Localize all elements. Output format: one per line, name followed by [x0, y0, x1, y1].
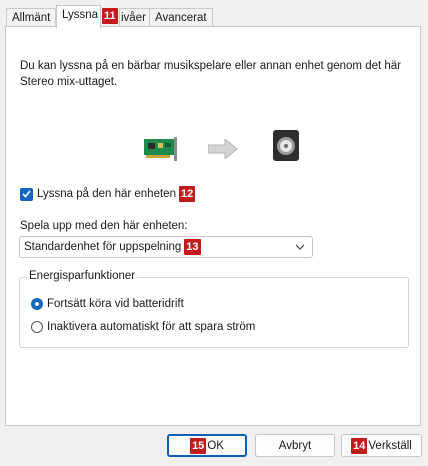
apply-button-label: Verkställ	[368, 439, 412, 452]
apply-button[interactable]: 14 Verkställ	[341, 434, 422, 457]
tab-advanced[interactable]: Avancerat	[149, 8, 213, 26]
cancel-button[interactable]: Avbryt	[255, 434, 335, 457]
tab-listen[interactable]: Lyssna	[56, 5, 102, 28]
tab-bar: Allmänt Lyssna 11 ivåer Avancerat	[6, 5, 426, 28]
ok-button[interactable]: 15 OK	[167, 434, 247, 457]
listen-checkbox-row[interactable]: Lyssna på den här enheten 12	[20, 186, 196, 202]
power-option-keep-running-label: Fortsätt köra vid batteridrift	[47, 298, 184, 310]
tab-general-label: Allmänt	[12, 12, 51, 24]
power-saving-title: Energisparfunktioner	[27, 270, 138, 282]
power-option-keep-running[interactable]: Fortsätt köra vid batteridrift	[31, 298, 184, 310]
marker-15: 15	[190, 437, 207, 454]
tab-levels[interactable]: ivåer	[119, 8, 152, 26]
listen-checkbox-label: Lyssna på den här enheten	[37, 188, 176, 200]
radio-disable[interactable]	[31, 321, 43, 333]
speaker-icon	[272, 129, 302, 166]
power-saving-group: Energisparfunktioner Fortsätt köra vid b…	[19, 270, 409, 348]
playback-device-value: Standardenhet för uppspelning	[24, 241, 182, 253]
cancel-button-label: Avbryt	[278, 439, 312, 452]
tab-panel: Du kan lyssna på en bärbar musikspelare …	[5, 26, 421, 426]
tab-listen-label: Lyssna	[62, 9, 99, 21]
playback-label: Spela upp med den här enheten:	[20, 220, 188, 232]
listen-checkbox[interactable]	[20, 187, 33, 201]
description-text: Du kan lyssna på en bärbar musikspelare …	[20, 60, 402, 88]
sound-card-icon	[142, 135, 180, 166]
marker-13: 13	[184, 239, 201, 255]
illustration	[142, 129, 312, 169]
ok-button-label: OK	[207, 439, 224, 452]
radio-keep-running[interactable]	[31, 298, 43, 310]
power-option-disable-label: Inaktivera automatiskt för att spara str…	[47, 321, 256, 333]
playback-device-select[interactable]: Standardenhet för uppspelning 13	[19, 236, 313, 258]
chevron-down-icon	[295, 242, 305, 254]
tab-levels-label: ivåer	[121, 12, 146, 24]
tab-advanced-label: Avancerat	[155, 12, 207, 24]
marker-12: 12	[178, 186, 196, 202]
power-option-disable[interactable]: Inaktivera automatiskt för att spara str…	[31, 321, 255, 333]
marker-14: 14	[351, 437, 368, 454]
marker-11: 11	[102, 8, 118, 24]
arrow-right-icon	[207, 137, 238, 162]
tab-general[interactable]: Allmänt	[6, 8, 57, 26]
